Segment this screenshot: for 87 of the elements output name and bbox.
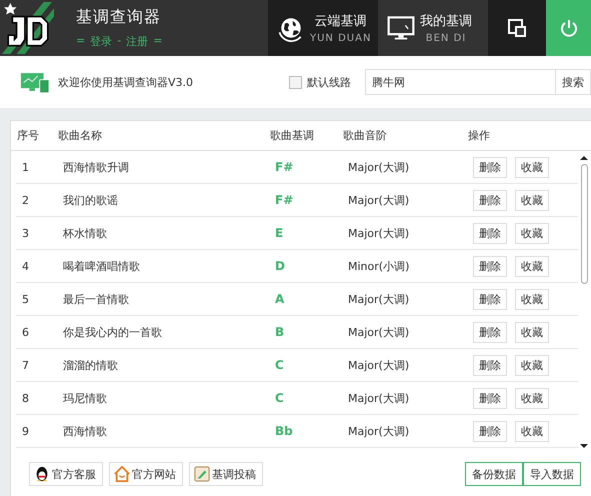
table-cell-text: 喝着啤酒唱情歌 — [63, 258, 141, 274]
action-button[interactable]: 收藏 — [515, 388, 549, 408]
scroll-down-icon[interactable] — [580, 444, 588, 448]
welcome-text: 欢迎你使用基调查询器V3.0 — [58, 74, 194, 90]
table-cell-text: C — [275, 358, 285, 372]
table-cell-text: 9 — [21, 424, 30, 438]
action-button[interactable]: 收藏 — [515, 156, 549, 178]
login-link[interactable]: 登录 — [90, 34, 112, 49]
checkbox-label: 默认线路 — [307, 74, 351, 90]
checkbox[interactable] — [289, 76, 302, 88]
table-cell-text: Major(大调) — [348, 192, 410, 208]
action-button[interactable]: 收藏 — [515, 354, 549, 376]
action-button[interactable]: 删除 — [473, 420, 507, 442]
table-cell-text: 8 — [21, 392, 30, 404]
table-cell-text: 我们的歌谣 — [63, 192, 119, 208]
action-button[interactable]: 删除 — [473, 156, 507, 178]
search-button[interactable]: 搜索 — [555, 69, 591, 95]
scrollbar-thumb[interactable] — [580, 164, 588, 284]
table-cell-text: Major(大调) — [348, 390, 410, 406]
table-cell-text: Minor(小调) — [348, 258, 410, 274]
action-button[interactable]: 收藏 — [515, 420, 549, 442]
footer-button[interactable]: 基调投稿 — [189, 462, 263, 486]
table-cell-text: 西海情歌 — [63, 424, 108, 438]
column-header: 操作 — [468, 128, 491, 143]
table-cell-text: C — [275, 391, 285, 405]
separator-text: - — [117, 34, 122, 49]
table-cell-text: 1 — [21, 160, 30, 174]
app-title: 基调查询器 — [76, 7, 162, 28]
power-icon — [558, 18, 578, 38]
footer-button[interactable]: 官方网站 — [109, 462, 183, 486]
table-cell-text: 最后一首情歌 — [63, 292, 130, 306]
separator-text: = — [76, 34, 86, 49]
action-button[interactable]: 删除 — [473, 256, 507, 276]
action-button[interactable]: 删除 — [473, 222, 507, 244]
table-cell-text: 玛尼情歌 — [63, 390, 108, 406]
table-cell-text: Bb — [275, 424, 294, 438]
action-button[interactable]: 删除 — [473, 354, 507, 376]
action-button[interactable]: 收藏 — [515, 190, 549, 210]
table-cell-text: 溜溜的情歌 — [63, 358, 119, 372]
table-cell-text: B — [275, 325, 286, 339]
separator-text: = — [153, 34, 162, 49]
column-header: 歌曲名称 — [58, 128, 103, 143]
action-button[interactable]: 收藏 — [515, 222, 549, 244]
table-cell-text: Major(大调) — [348, 358, 410, 372]
action-button[interactable]: 删除 — [473, 288, 507, 310]
column-header: 歌曲基调 — [270, 128, 315, 143]
action-button[interactable]: 收藏 — [515, 288, 549, 310]
action-button[interactable]: 删除 — [473, 190, 507, 210]
monitor-icon — [20, 70, 50, 94]
nav-tab[interactable]: 云端基调 YUN DUAN — [268, 0, 378, 56]
action-button[interactable]: 收藏 — [515, 256, 549, 276]
table-cell-text: E — [275, 226, 284, 240]
table-cell-text: F# — [275, 193, 294, 207]
restore-icon — [507, 18, 527, 38]
table-cell-text: Major(大调) — [348, 292, 410, 306]
table-cell-text: 5 — [21, 292, 30, 306]
table-cell-text: 西海情歌升调 — [63, 160, 130, 174]
table-cell-text: 2 — [21, 194, 30, 206]
table-cell-text: 你是我心内的一首歌 — [63, 324, 163, 340]
table-cell-text: F# — [275, 160, 294, 174]
table-cell-text: A — [275, 292, 286, 306]
window-button[interactable] — [488, 0, 546, 56]
table-cell-text: D — [275, 259, 286, 273]
action-button[interactable]: 收藏 — [515, 322, 549, 342]
action-button[interactable]: 删除 — [473, 322, 507, 342]
logo-icon — [2, 2, 54, 54]
table-cell-text: 7 — [21, 358, 30, 372]
register-link[interactable]: 注册 — [126, 34, 148, 49]
penguin-icon — [34, 466, 50, 482]
table-cell-text: Major(大调) — [348, 424, 410, 438]
table-cell-text: 3 — [21, 226, 30, 240]
table-cell-text: Major(大调) — [348, 160, 410, 174]
table-cell-text: Major(大调) — [348, 226, 410, 240]
table-cell-text: 6 — [21, 326, 30, 338]
house-icon — [114, 466, 130, 482]
table-cell-text: 杯水情歌 — [63, 226, 108, 240]
column-header: 序号 — [16, 128, 40, 143]
pencil-icon — [194, 466, 210, 482]
table-cell-text: 4 — [21, 260, 30, 272]
table-cell-text: Major(大调) — [348, 324, 410, 340]
data-button[interactable]: 备份数据 — [465, 462, 523, 486]
search-field[interactable]: 腾牛网 — [365, 69, 555, 95]
footer-button[interactable]: 官方客服 — [29, 462, 103, 486]
scroll-up-icon[interactable] — [580, 156, 588, 160]
column-header: 歌曲音阶 — [343, 128, 388, 143]
data-button[interactable]: 导入数据 — [523, 462, 581, 486]
action-button[interactable]: 删除 — [473, 388, 507, 408]
